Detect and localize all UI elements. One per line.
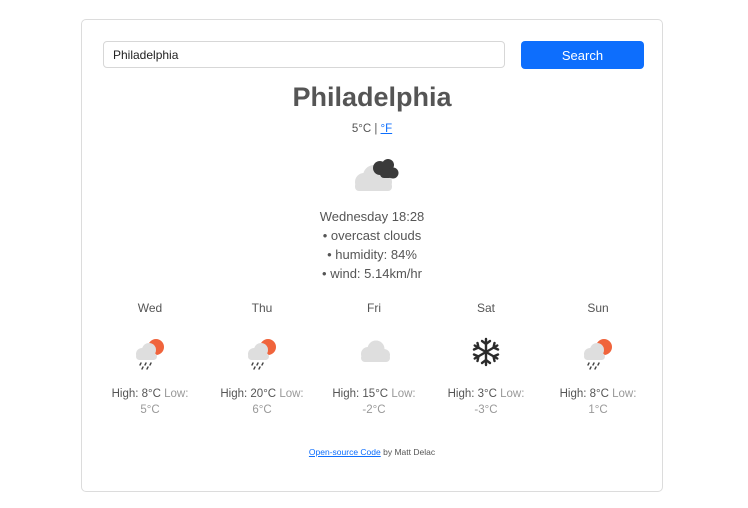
forecast-temps: High: 8°C Low: 1°C — [542, 386, 654, 418]
detail-condition: • overcast clouds — [322, 228, 422, 243]
temperature-units: 5°C | °F — [82, 123, 662, 135]
forecast-temps: High: 15°C Low: -2°C — [318, 386, 430, 418]
city-title: Philadelphia — [292, 82, 452, 112]
footer-author: by Matt Delac — [380, 447, 436, 457]
sun-cloud-rain-icon — [136, 339, 164, 370]
forecast-row: Wed High: 8°C Low: 5°C Thu High: 20°C Lo… — [94, 299, 652, 424]
forecast-temps: High: 8°C Low: 5°C — [94, 386, 206, 418]
search-row: Search — [103, 41, 644, 69]
unit-separator: | — [374, 123, 378, 135]
forecast-temps: High: 3°C Low: -3°C — [430, 386, 542, 418]
forecast-high: High: 8°C — [111, 388, 161, 400]
forecast-day-name: Sun — [587, 301, 609, 315]
forecast-day-sat: Sat High: 3°C Low: -3°C — [430, 299, 542, 418]
current-datetime: Wednesday 18:28 — [319, 209, 425, 224]
cloud-icon — [361, 340, 390, 362]
forecast-high: High: 15°C — [332, 388, 389, 400]
forecast-day-name: Fri — [367, 301, 381, 315]
footer: Open-source Code by Matt Delac — [82, 447, 662, 457]
weather-card: Search Philadelphia 5°C | °F Wednesday 1… — [81, 19, 663, 492]
forecast-high: High: 3°C — [447, 388, 497, 400]
forecast-day-thu: Thu High: 20°C Low: 6°C — [206, 299, 318, 418]
forecast-day-name: Sat — [476, 301, 495, 315]
detail-humidity: • humidity: 84% — [327, 247, 417, 262]
search-button[interactable]: Search — [521, 41, 644, 69]
forecast-day-name: Thu — [251, 301, 273, 315]
detail-wind: • wind: 5.14km/hr — [322, 266, 422, 281]
forecast-day-fri: Fri High: 15°C Low: -2°C — [318, 299, 430, 418]
current-details: Wednesday 18:28 • overcast clouds • humi… — [82, 207, 662, 283]
source-code-link[interactable]: Open-source Code — [309, 447, 381, 457]
search-input[interactable] — [103, 41, 505, 68]
forecast-high: High: 20°C — [220, 388, 277, 400]
forecast-day-name: Wed — [137, 301, 163, 315]
snowflake-icon — [472, 337, 500, 367]
current-temperature: 5°C — [351, 123, 372, 135]
forecast-temps: High: 20°C Low: 6°C — [206, 386, 318, 418]
forecast-day-wed: Wed High: 8°C Low: 5°C — [94, 299, 206, 418]
forecast-day-sun: Sun High: 8°C Low: 1°C — [542, 299, 654, 418]
forecast-high: High: 8°C — [559, 388, 609, 400]
sun-cloud-rain-icon — [584, 339, 612, 370]
fahrenheit-toggle-link[interactable]: °F — [381, 123, 393, 135]
sun-cloud-rain-icon — [248, 339, 276, 370]
dark-cloud-icon — [355, 159, 399, 191]
